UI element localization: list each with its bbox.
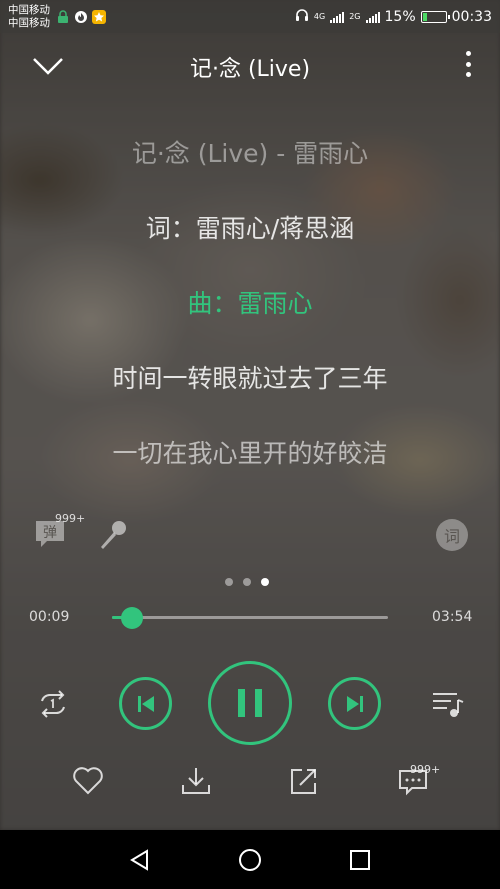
carrier-2: 中国移动: [8, 16, 50, 29]
danmu-label: 弹: [43, 525, 57, 541]
battery-icon: [420, 10, 450, 23]
status-bar: 中国移动 中国移动 4G 2G 15% 00:33: [0, 0, 500, 33]
heart-icon: [73, 767, 103, 795]
player-header: 记·念 (Live): [0, 33, 500, 97]
lyric-line: 一切在我心里开的好皎洁: [112, 439, 388, 468]
system-nav-bar: [0, 830, 500, 889]
lyric-line: 记·念 (Live) - 雷雨心: [131, 139, 369, 168]
system-status: 4G 2G 15% 00:33: [295, 8, 492, 26]
square-recents-icon: [350, 850, 370, 870]
pause-icon: [238, 689, 262, 717]
nav-back-button[interactable]: [124, 844, 156, 876]
like-button[interactable]: [70, 763, 106, 799]
karaoke-button[interactable]: [95, 518, 129, 552]
battery-percent: 15%: [384, 8, 416, 25]
lyrics-toggle-label: 词: [443, 527, 460, 546]
notification-icons: [56, 9, 106, 24]
circle-home-icon: [239, 849, 261, 871]
pause-button[interactable]: [208, 661, 292, 745]
playlist-icon: [433, 693, 464, 717]
nav-recents-button[interactable]: [344, 844, 376, 876]
next-button[interactable]: [328, 677, 381, 730]
microphone-icon: [101, 521, 126, 549]
skip-next-icon: [346, 695, 363, 712]
lyric-line: 词：雷雨心/蒋思涵: [145, 214, 355, 243]
share-button[interactable]: [286, 763, 322, 799]
song-title: 记·念 (Live): [189, 57, 311, 82]
signal-1-icon: [330, 11, 345, 23]
lock-icon: [56, 9, 70, 24]
signal-2-type: 2G: [349, 12, 361, 21]
carrier-names: 中国移动 中国移动: [8, 4, 50, 30]
progress-track[interactable]: [112, 616, 388, 619]
headphone-icon: [295, 8, 309, 26]
repeat-one-icon: [41, 690, 65, 718]
download-button[interactable]: [178, 763, 214, 799]
page-dot: [225, 578, 233, 586]
page-dot: [243, 578, 251, 586]
clock: 00:33: [451, 8, 492, 25]
lyric-line-current: 曲：雷雨心: [187, 289, 313, 318]
more-options-button[interactable]: [456, 47, 480, 81]
lyrics-toggle-button[interactable]: 词: [436, 519, 468, 551]
flame-app-icon: [74, 10, 88, 24]
share-icon: [291, 769, 316, 794]
lyric-line: 时间一转眼就过去了三年: [112, 364, 388, 393]
repeat-mode-button[interactable]: [34, 688, 72, 720]
page-dot-active: [261, 578, 269, 586]
carrier-1: 中国移动: [8, 3, 50, 16]
skip-previous-icon: [137, 695, 154, 712]
playlist-button[interactable]: [430, 688, 466, 720]
danmu-count: 999+: [55, 512, 86, 525]
total-time: 03:54: [432, 609, 473, 625]
page-indicator: [225, 578, 269, 586]
star-app-icon: [92, 9, 106, 24]
nav-home-button[interactable]: [234, 844, 266, 876]
comment-count: 999+: [410, 763, 441, 776]
elapsed-time: 00:09: [29, 609, 70, 625]
signal-1-type: 4G: [313, 12, 326, 21]
signal-2-icon: [365, 11, 380, 23]
previous-button[interactable]: [119, 677, 172, 730]
triangle-back-icon: [130, 849, 148, 871]
download-icon: [182, 768, 210, 794]
